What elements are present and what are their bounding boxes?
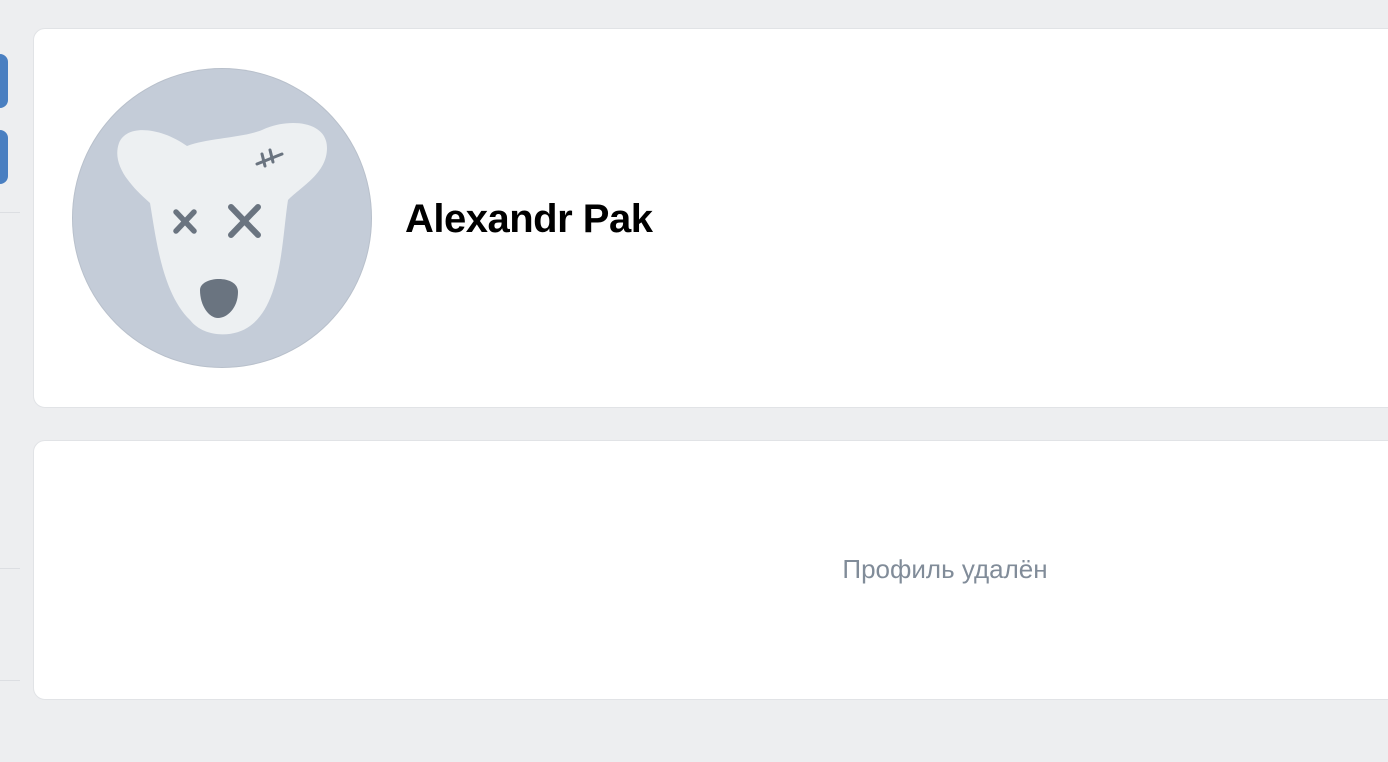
- profile-deleted-message: Профиль удалён: [842, 554, 1048, 584]
- sidebar-divider: [0, 568, 20, 569]
- sidebar-divider: [0, 680, 20, 681]
- sidebar-button[interactable]: [0, 54, 8, 108]
- profile-deleted-message-wrap: Профиль удалён: [34, 554, 1388, 585]
- profile-page: Alexandr Pak Профиль удалён: [0, 0, 1388, 762]
- sidebar-button[interactable]: [0, 130, 8, 184]
- profile-content-card: Профиль удалён: [33, 440, 1388, 700]
- avatar: [72, 68, 372, 368]
- profile-name: Alexandr Pak: [405, 197, 653, 241]
- sidebar-divider: [0, 212, 20, 213]
- deactivated-dog-icon: [117, 123, 327, 335]
- profile-header-card: Alexandr Pak: [33, 28, 1388, 408]
